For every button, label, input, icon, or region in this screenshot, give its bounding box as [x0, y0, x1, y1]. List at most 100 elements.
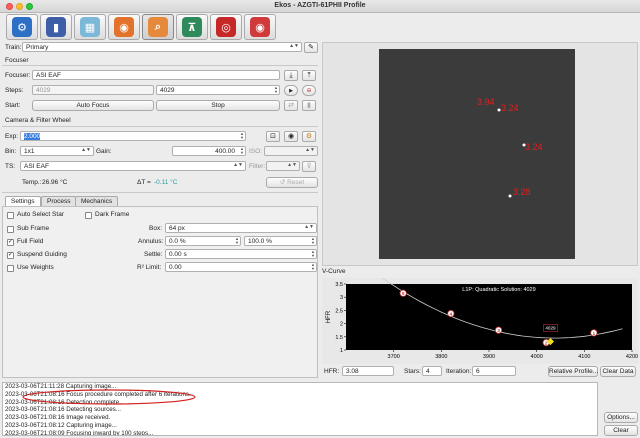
pencil-icon: ✎ — [308, 44, 314, 51]
bin-value: 1x1 — [24, 148, 35, 155]
auto-focus-button[interactable]: Auto Focus — [32, 100, 154, 111]
focuser-label: Focuser: — [5, 72, 31, 79]
goto-step-button[interactable]: ▶ — [284, 85, 298, 96]
frame-icon: ⊡ — [270, 133, 276, 140]
r2-limit-field[interactable]: 0.00 ▲ ▼ — [165, 262, 317, 272]
box-label: Box: — [149, 225, 163, 232]
capture-button[interactable]: ◉ — [284, 131, 298, 142]
abort-step-button[interactable]: ⊖ — [302, 85, 316, 96]
train-edit-button[interactable]: ✎ — [304, 42, 318, 53]
y-tick-label: 2.5 — [335, 308, 343, 314]
vcurve-plot[interactable]: 1 1.5 2 2.5 3 3.5 3700 3800 3900 4000 4100 4200 HFR 5… — [322, 272, 638, 364]
tab-process[interactable]: Process — [41, 196, 77, 206]
reset-label: Reset — [287, 179, 305, 186]
divider — [2, 192, 318, 193]
tab-settings[interactable]: Settings — [5, 196, 41, 206]
dark-frame-label: Dark Frame — [95, 211, 130, 218]
ts-select[interactable]: ASI EAF ▲▼ — [20, 161, 246, 171]
dark-frame-checkbox[interactable] — [85, 212, 92, 219]
options-button[interactable]: ⚙ — [302, 131, 316, 142]
focus-in-button[interactable]: ⤓ — [284, 70, 298, 81]
y-axis-label: HFR — [326, 310, 332, 323]
data-point-label: 4 — [450, 312, 453, 318]
log-options-button[interactable]: Options... — [604, 412, 638, 423]
window-title: Ekos - AZGTI-61PHII Profile — [274, 2, 366, 9]
focus-controls-pane: Train: Primary ▲▼ ✎ Focuser Focuser: ASI … — [2, 42, 318, 380]
iso-select[interactable]: ▲▼ — [264, 146, 318, 156]
chevron-down-icon: ▲▼ — [304, 224, 314, 230]
tab-guide[interactable]: ◎ — [210, 14, 242, 40]
vcurve-title: V-Curve — [322, 268, 346, 275]
r2-limit-value: 0.00 — [169, 264, 182, 271]
log-clear-button[interactable]: Clear — [604, 425, 638, 436]
focus-out-button[interactable]: ⤒ — [302, 70, 316, 81]
settle-value: 0.00 s — [169, 251, 187, 258]
tab-analyze[interactable]: ◉ — [244, 14, 276, 40]
data-point-label: 3 — [497, 328, 500, 334]
frame-button[interactable]: ⊡ — [266, 131, 280, 142]
stop-focus-button[interactable]: Stop — [156, 100, 280, 111]
iso-label: ISO: — [249, 148, 263, 155]
temperature-label: Temp.: — [22, 179, 42, 186]
exposure-label: Exp: — [5, 133, 19, 140]
annulus-outer-field[interactable]: 100.0 % ▲ ▼ — [244, 236, 317, 246]
full-field-checkbox[interactable]: ✓ — [7, 239, 14, 246]
settle-label: Settle: — [144, 251, 163, 258]
star-marker — [508, 194, 512, 198]
tab-setup[interactable]: ⚙ — [6, 14, 38, 40]
module-tab-bar: ⚙ ▮ ▦ ◉ ⌕ ⊼ ◎ ◉ — [0, 13, 640, 41]
tab-mount[interactable]: ▮ — [40, 14, 72, 40]
spinner-icon: ▲ ▼ — [240, 131, 244, 140]
loop-button[interactable]: ⇄ — [284, 100, 298, 111]
clear-data-button[interactable]: Clear Data — [600, 366, 636, 377]
start-label: Start: — [5, 102, 21, 109]
tab-focus-camera[interactable]: ◉ — [108, 14, 140, 40]
star-hfr-label: 3.94 — [477, 97, 495, 107]
spinner-icon: ▲ ▼ — [240, 146, 244, 155]
sub-frame-checkbox[interactable] — [7, 226, 14, 233]
record-button[interactable]: ▮ — [302, 100, 316, 111]
settle-field[interactable]: 0.00 s ▲ ▼ — [165, 249, 317, 259]
full-field-label: Full Field — [17, 238, 44, 245]
focuser-section-title: Focuser — [5, 57, 29, 64]
relative-profile-button[interactable]: Relative Profile... — [548, 366, 598, 377]
use-weights-checkbox[interactable] — [7, 265, 14, 272]
steps-target-field[interactable]: 4029 ▲ ▼ — [156, 85, 280, 95]
annulus-inner-field[interactable]: 0.0 % ▲ ▼ — [165, 236, 241, 246]
gain-field[interactable]: 400.00 ▲ ▼ — [172, 146, 246, 156]
train-select[interactable]: Primary ▲▼ — [22, 42, 302, 52]
box-select[interactable]: 64 px ▲▼ — [165, 223, 317, 233]
log-line: 2023-03-06T21:08:16 Image received. — [5, 414, 111, 422]
filter-select[interactable]: ▲▼ — [266, 161, 300, 171]
auto-select-star-checkbox[interactable] — [7, 212, 14, 219]
tab-mechanics[interactable]: Mechanics — [75, 196, 119, 206]
divider — [2, 65, 318, 66]
tab-capture[interactable]: ▦ — [74, 14, 106, 40]
subtab-bar: Settings Process Mechanics — [5, 196, 315, 206]
sub-frame-label: Sub Frame — [17, 225, 50, 232]
suspend-guiding-checkbox[interactable]: ✓ — [7, 252, 14, 259]
annulus-inner-value: 0.0 % — [169, 238, 186, 245]
focus-star-image[interactable]: 3.94 3.24 3.24 3.28 — [379, 49, 575, 259]
log-pane[interactable]: 2023-03-06T21:11:28 Capturing image... 20… — [2, 382, 598, 436]
tab-focus[interactable]: ⌕ — [142, 14, 174, 40]
exposure-field[interactable]: 2.000 ▲ ▼ — [20, 131, 246, 141]
x-tick-label: 3700 — [388, 354, 400, 360]
hfr-field: 3.08 — [342, 366, 394, 376]
tab-align[interactable]: ⊼ — [176, 14, 208, 40]
stop-icon: ⊖ — [306, 88, 312, 94]
guide-icon: ◎ — [216, 17, 236, 37]
y-tick-label: 3.5 — [335, 282, 343, 288]
y-tick-label: 1.5 — [335, 335, 343, 341]
focuser-field[interactable]: ASI EAF — [32, 70, 280, 80]
x-tick-label: 3800 — [435, 354, 447, 360]
r2-limit-label: R² Limit: — [137, 264, 162, 271]
gear-icon: ⚙ — [305, 133, 313, 140]
divider — [2, 126, 318, 127]
reset-temp-button[interactable]: ↺ Reset — [266, 177, 318, 188]
filter-settings-button[interactable]: ⊽ — [302, 161, 316, 172]
iteration-label: Iteration: — [446, 368, 472, 375]
stars-label: Stars: — [404, 368, 421, 375]
x-tick-label: 4100 — [578, 354, 590, 360]
bin-select[interactable]: 1x1 ▲▼ — [20, 146, 94, 156]
